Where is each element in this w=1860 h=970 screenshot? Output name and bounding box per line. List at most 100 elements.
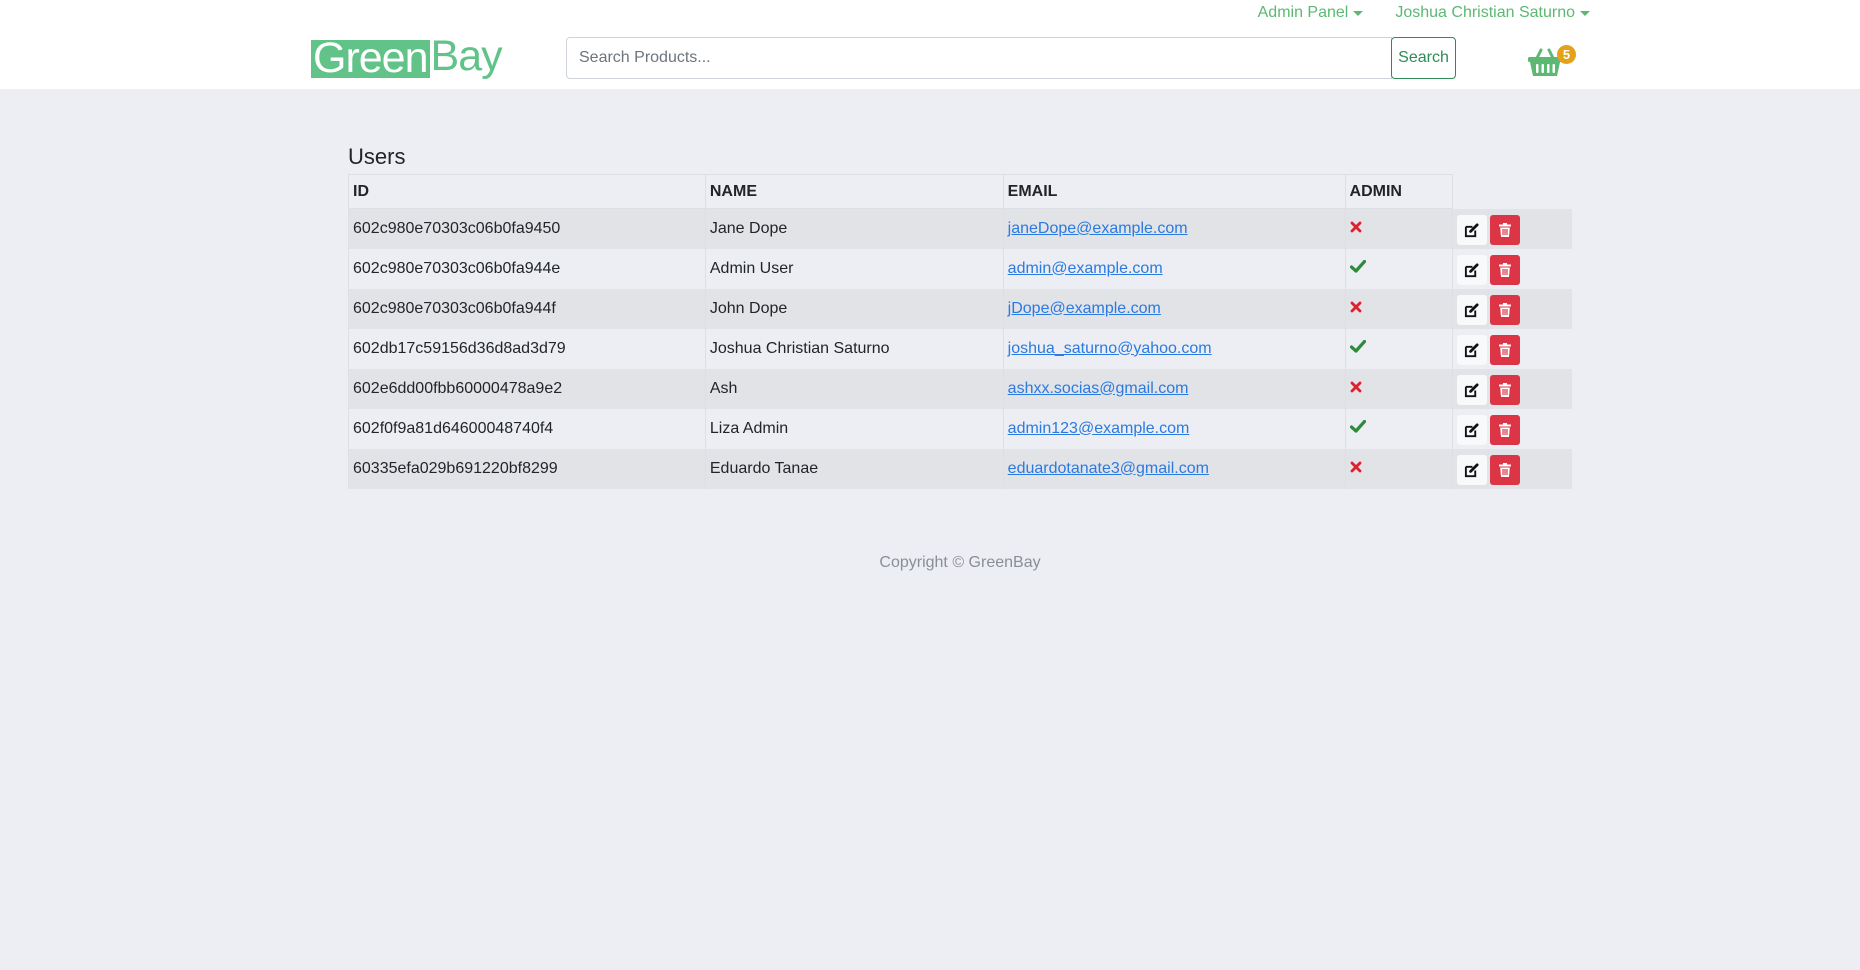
top-nav: Admin Panel Joshua Christian Saturno	[1258, 2, 1590, 24]
email-link[interactable]: janeDope@example.com	[1008, 220, 1188, 237]
edit-user-button[interactable]	[1456, 415, 1487, 445]
trash-icon	[1498, 343, 1511, 357]
column-header-actions	[1452, 174, 1572, 209]
cell-actions	[1451, 288, 1572, 329]
search-button[interactable]: Search	[1391, 37, 1456, 79]
admin-panel-label: Admin Panel	[1257, 4, 1349, 21]
x-icon	[1350, 219, 1362, 236]
cell-user-id: 602f0f9a81d64600048740f4	[348, 408, 706, 449]
table-row: 602c980e70303c06b0fa944f John Dope jDope@e…	[348, 288, 1572, 329]
delete-user-button[interactable]	[1489, 455, 1520, 485]
cell-user-id: 602c980e70303c06b0fa9450	[348, 208, 706, 249]
email-link[interactable]: jDope@example.com	[1008, 300, 1161, 317]
row-actions	[1456, 372, 1569, 405]
cell-user-email: joshua_saturno@yahoo.com	[1002, 328, 1346, 369]
edit-user-button[interactable]	[1456, 295, 1487, 325]
x-icon	[1350, 379, 1362, 396]
cell-user-email: ashxx.socias@gmail.com	[1002, 368, 1346, 409]
users-table-body: 602c980e70303c06b0fa9450 Jane Dope janeDop…	[348, 208, 1572, 489]
cart-button[interactable]: 5	[1527, 42, 1576, 78]
cell-admin-status	[1344, 248, 1452, 289]
logo[interactable]: Green Bay	[311, 34, 503, 82]
cell-user-id: 60335efa029b691220bf8299	[348, 448, 706, 489]
cell-user-email: admin@example.com	[1002, 248, 1346, 289]
user-dropdown[interactable]: Joshua Christian Saturno	[1395, 2, 1590, 24]
column-header-name: NAME	[704, 174, 1004, 209]
cell-admin-status	[1344, 368, 1452, 409]
edit-user-button[interactable]	[1456, 255, 1487, 285]
edit-icon	[1464, 302, 1479, 317]
email-link[interactable]: admin123@example.com	[1008, 420, 1190, 437]
table-row: 602c980e70303c06b0fa944e Admin User admin@…	[348, 248, 1572, 289]
cell-actions	[1451, 328, 1572, 369]
edit-icon	[1464, 262, 1479, 277]
trash-icon	[1498, 303, 1511, 317]
email-link[interactable]: eduardotanate3@gmail.com	[1008, 460, 1209, 477]
cell-user-id: 602e6dd00fbb60000478a9e2	[348, 368, 706, 409]
cell-user-name: Liza Admin	[704, 408, 1004, 449]
logo-green-part: Green	[311, 34, 430, 82]
cell-admin-status	[1344, 448, 1452, 489]
trash-icon	[1498, 263, 1511, 277]
search-form: Search	[566, 37, 1456, 79]
cell-actions	[1451, 248, 1572, 289]
edit-icon	[1464, 422, 1479, 437]
delete-user-button[interactable]	[1489, 295, 1520, 325]
row-actions	[1456, 412, 1569, 445]
email-link[interactable]: admin@example.com	[1008, 260, 1163, 277]
page-title: Users	[348, 144, 406, 169]
column-header-id: ID	[348, 174, 706, 209]
cell-user-email: janeDope@example.com	[1002, 208, 1346, 249]
edit-user-button[interactable]	[1456, 375, 1487, 405]
delete-user-button[interactable]	[1489, 215, 1520, 245]
row-actions	[1456, 292, 1569, 325]
table-row: 602db17c59156d36d8ad3d79 Joshua Christian…	[348, 328, 1572, 369]
caret-down-icon	[1353, 10, 1364, 16]
user-name-label: Joshua Christian Saturno	[1395, 4, 1575, 21]
cell-admin-status	[1344, 208, 1452, 249]
admin-panel-dropdown[interactable]: Admin Panel	[1258, 2, 1364, 24]
cell-user-name: Jane Dope	[704, 208, 1004, 249]
main-content: Users ID NAME EMAIL ADMIN 602c980e70303c…	[348, 140, 1572, 489]
cell-user-id: 602c980e70303c06b0fa944e	[348, 248, 706, 289]
cell-actions	[1451, 368, 1572, 409]
edit-icon	[1464, 462, 1479, 477]
cell-user-name: Joshua Christian Saturno	[704, 328, 1004, 369]
delete-user-button[interactable]	[1489, 415, 1520, 445]
email-link[interactable]: ashxx.socias@gmail.com	[1008, 380, 1189, 397]
cell-user-name: Ash	[704, 368, 1004, 409]
delete-user-button[interactable]	[1489, 335, 1520, 365]
trash-icon	[1498, 223, 1511, 237]
trash-icon	[1498, 423, 1511, 437]
edit-user-button[interactable]	[1456, 215, 1487, 245]
cell-user-id: 602db17c59156d36d8ad3d79	[348, 328, 706, 369]
cell-user-email: admin123@example.com	[1002, 408, 1346, 449]
edit-user-button[interactable]	[1456, 335, 1487, 365]
cell-actions	[1451, 408, 1572, 449]
edit-icon	[1464, 382, 1479, 397]
users-table: ID NAME EMAIL ADMIN 602c980e70303c06b0fa…	[348, 174, 1572, 489]
trash-icon	[1498, 383, 1511, 397]
row-actions	[1456, 452, 1569, 485]
cell-admin-status	[1344, 328, 1452, 369]
edit-user-button[interactable]	[1456, 455, 1487, 485]
delete-user-button[interactable]	[1489, 255, 1520, 285]
column-header-admin: ADMIN	[1344, 174, 1453, 209]
column-header-email: EMAIL	[1002, 174, 1346, 209]
caret-down-icon	[1580, 10, 1590, 16]
cell-user-name: Admin User	[704, 248, 1004, 289]
table-header-row: ID NAME EMAIL ADMIN	[348, 174, 1572, 209]
footer-copyright: Copyright © GreenBay	[879, 554, 1041, 571]
cell-admin-status	[1344, 408, 1452, 449]
x-icon	[1350, 299, 1362, 316]
table-row: 60335efa029b691220bf8299 Eduardo Tanae edu…	[348, 448, 1572, 489]
check-icon	[1349, 259, 1366, 276]
cell-admin-status	[1344, 288, 1452, 329]
cell-actions	[1451, 448, 1572, 489]
row-actions	[1456, 252, 1569, 285]
email-link[interactable]: joshua_saturno@yahoo.com	[1008, 340, 1212, 357]
search-input[interactable]	[566, 37, 1392, 79]
cell-user-email: jDope@example.com	[1002, 288, 1346, 329]
delete-user-button[interactable]	[1489, 375, 1520, 405]
trash-icon	[1498, 463, 1511, 477]
